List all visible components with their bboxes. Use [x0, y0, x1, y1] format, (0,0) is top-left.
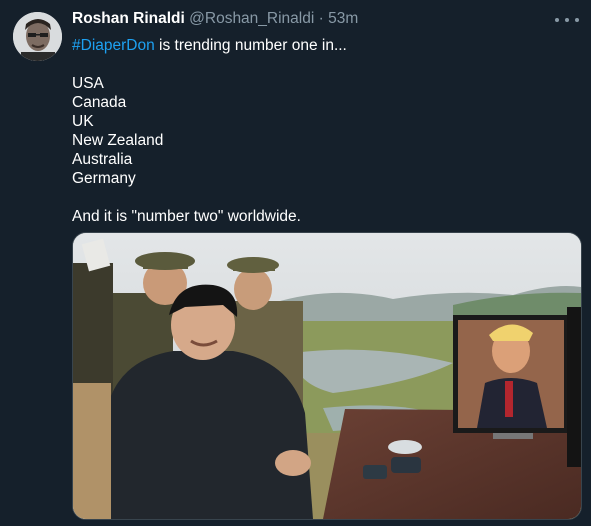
avatar[interactable]: [13, 12, 62, 61]
country-item: Australia: [72, 151, 133, 168]
timestamp[interactable]: 53m: [328, 10, 358, 27]
tweet-text: #DiaperDon is trending number one in... …: [72, 36, 572, 226]
hashtag-link[interactable]: #DiaperDon: [72, 37, 155, 54]
tweet-media-image[interactable]: [72, 232, 582, 520]
country-item: New Zealand: [72, 132, 164, 149]
author-handle[interactable]: @Roshan_Rinaldi: [189, 10, 314, 27]
country-item: Canada: [72, 94, 127, 111]
author-name[interactable]: Roshan Rinaldi: [72, 10, 185, 27]
tweet-lead-text: is trending number one in...: [154, 37, 347, 54]
separator-dot: ·: [318, 10, 324, 27]
more-horizontal-icon[interactable]: [555, 13, 579, 27]
country-item: USA: [72, 75, 104, 92]
country-item: Germany: [72, 170, 136, 187]
tweet[interactable]: Roshan Rinaldi @Roshan_Rinaldi · 53m #Di…: [0, 0, 591, 526]
tweet-header: Roshan Rinaldi @Roshan_Rinaldi · 53m: [72, 10, 358, 28]
country-item: UK: [72, 113, 94, 130]
tweet-closing-text: And it is "number two" worldwide.: [72, 208, 301, 225]
tweet-lead-line: #DiaperDon is trending number one in...: [72, 36, 572, 55]
